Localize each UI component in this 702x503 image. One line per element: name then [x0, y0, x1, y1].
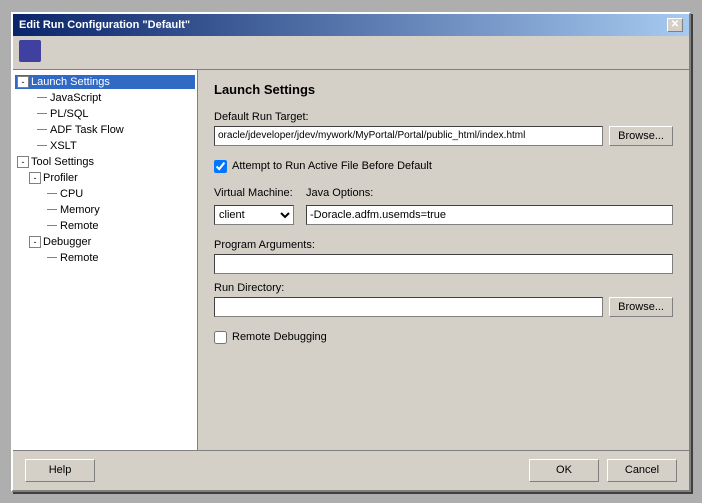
expand-icon-debugger[interactable]: - [29, 236, 41, 248]
dialog-window: Edit Run Configuration "Default" ✕ - Lau… [11, 12, 691, 492]
java-options-input[interactable] [306, 205, 673, 225]
sidebar-item-label: Tool Settings [31, 156, 94, 168]
sidebar-item-tool-settings[interactable]: - Tool Settings [15, 154, 195, 170]
sidebar-item-debugger[interactable]: - Debugger [15, 234, 195, 250]
sidebar-item-remote-debugger[interactable]: Remote [15, 250, 195, 266]
sidebar-item-label: Launch Settings [31, 76, 110, 88]
vm-select[interactable]: client server [214, 205, 294, 225]
run-directory-row: Browse... [214, 297, 673, 317]
sidebar-item-label: ADF Task Flow [50, 124, 124, 136]
sidebar-item-label: PL/SQL [50, 108, 89, 120]
sidebar-item-label: Profiler [43, 172, 78, 184]
remote-debugging-label: Remote Debugging [232, 331, 327, 343]
sidebar-item-remote-profiler[interactable]: Remote [15, 218, 195, 234]
bottom-bar: Help OK Cancel [13, 450, 689, 490]
default-run-target-group: Default Run Target: Browse... [214, 111, 673, 152]
tree-panel: - Launch Settings JavaScript PL/SQL [13, 70, 198, 450]
sidebar-item-label: CPU [60, 188, 83, 200]
settings-panel: Launch Settings Default Run Target: Brow… [198, 70, 689, 450]
run-directory-group: Run Directory: Browse... [214, 282, 673, 323]
config-icon [19, 40, 41, 62]
sidebar-item-xslt[interactable]: XSLT [15, 138, 195, 154]
java-options-group: Java Options: [306, 187, 673, 225]
expand-icon-launch-settings[interactable]: - [17, 76, 29, 88]
program-arguments-group: Program Arguments: [214, 239, 673, 274]
run-directory-input[interactable] [214, 297, 603, 317]
sidebar-item-javascript[interactable]: JavaScript [15, 90, 195, 106]
section-title: Launch Settings [214, 82, 673, 97]
vm-label: Virtual Machine: [214, 187, 294, 199]
remote-debugging-row: Remote Debugging [214, 331, 673, 344]
sidebar-item-plsql[interactable]: PL/SQL [15, 106, 195, 122]
dialog-body: - Launch Settings JavaScript PL/SQL [13, 70, 689, 450]
sidebar-item-cpu[interactable]: CPU [15, 186, 195, 202]
browse-button-2[interactable]: Browse... [609, 297, 673, 317]
toolbar-row [13, 36, 689, 70]
attempt-checkbox[interactable] [214, 160, 227, 173]
sidebar-item-label: Debugger [43, 236, 91, 248]
program-arguments-input[interactable] [214, 254, 673, 274]
sidebar-item-label: Remote [60, 220, 99, 232]
dialog-title: Edit Run Configuration "Default" [19, 19, 190, 31]
vm-java-row: Virtual Machine: client server Java Opti… [214, 187, 673, 225]
sidebar-item-label: XSLT [50, 140, 77, 152]
vm-group: Virtual Machine: client server [214, 187, 294, 225]
sidebar-item-label: Memory [60, 204, 100, 216]
sidebar-item-label: JavaScript [50, 92, 101, 104]
default-run-target-row: Browse... [214, 126, 673, 146]
program-arguments-label: Program Arguments: [214, 239, 673, 251]
default-run-target-label: Default Run Target: [214, 111, 673, 123]
sidebar-item-profiler[interactable]: - Profiler [15, 170, 195, 186]
sidebar-item-adf-task-flow[interactable]: ADF Task Flow [15, 122, 195, 138]
sidebar-item-memory[interactable]: Memory [15, 202, 195, 218]
run-directory-label: Run Directory: [214, 282, 673, 294]
title-bar: Edit Run Configuration "Default" ✕ [13, 14, 689, 36]
close-button[interactable]: ✕ [667, 18, 683, 32]
browse-button-1[interactable]: Browse... [609, 126, 673, 146]
remote-debugging-checkbox[interactable] [214, 331, 227, 344]
sidebar-item-label: Remote [60, 252, 99, 264]
cancel-button[interactable]: Cancel [607, 459, 677, 482]
ok-button[interactable]: OK [529, 459, 599, 482]
attempt-checkbox-row: Attempt to Run Active File Before Defaul… [214, 160, 673, 173]
bottom-right-buttons: OK Cancel [529, 459, 677, 482]
default-run-target-input[interactable] [214, 126, 603, 146]
attempt-checkbox-label: Attempt to Run Active File Before Defaul… [232, 160, 432, 172]
java-options-label: Java Options: [306, 187, 673, 199]
expand-icon-profiler[interactable]: - [29, 172, 41, 184]
expand-icon-tool-settings[interactable]: - [17, 156, 29, 168]
sidebar-item-launch-settings[interactable]: - Launch Settings [15, 74, 195, 90]
help-button[interactable]: Help [25, 459, 95, 482]
